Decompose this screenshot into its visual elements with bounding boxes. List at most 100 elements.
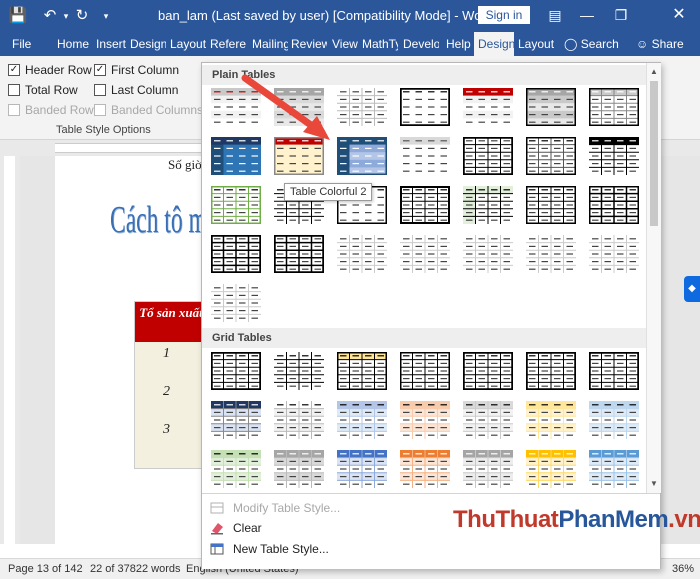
tab-view[interactable]: View bbox=[332, 32, 362, 56]
tab-insert[interactable]: Insert bbox=[96, 32, 132, 56]
table-style-swatch[interactable] bbox=[337, 450, 387, 488]
table-style-swatch[interactable] bbox=[589, 88, 639, 126]
table-style-swatch[interactable] bbox=[400, 235, 450, 273]
first-column-label: First Column bbox=[111, 63, 180, 77]
table-style-swatch[interactable] bbox=[526, 137, 576, 175]
red-arrow-annotation bbox=[241, 74, 330, 140]
table-style-swatch[interactable] bbox=[211, 352, 261, 390]
tab-home[interactable]: Home bbox=[57, 32, 90, 56]
title-bar: 💾 ↶ ▾ ↻ ▾ ban_lam (Last saved by user) [… bbox=[0, 0, 700, 32]
vertical-ruler[interactable] bbox=[0, 156, 20, 544]
check-icon: ✓ bbox=[8, 64, 20, 76]
table-style-swatch[interactable] bbox=[274, 352, 324, 390]
word-count[interactable]: 22 of 37822 words bbox=[90, 563, 181, 575]
grid-tables-heading: Grid Tables bbox=[202, 328, 647, 348]
banded-rows-label: Banded Rows bbox=[25, 103, 100, 117]
search-label: Search bbox=[580, 37, 619, 51]
table-style-swatch[interactable] bbox=[526, 352, 576, 390]
tab-references[interactable]: Referer bbox=[210, 32, 246, 56]
zoom-level[interactable]: 36% bbox=[672, 563, 694, 575]
tab-file[interactable]: File bbox=[12, 32, 42, 56]
table-style-swatch[interactable] bbox=[526, 186, 576, 224]
table-style-swatch[interactable] bbox=[463, 88, 513, 126]
scroll-up-icon[interactable]: ▲ bbox=[648, 65, 660, 79]
table-style-swatch[interactable] bbox=[400, 401, 450, 439]
style-tooltip: Table Colorful 2 bbox=[284, 183, 373, 201]
new-style-icon bbox=[210, 542, 224, 556]
table-style-swatch[interactable] bbox=[463, 352, 513, 390]
table-style-swatch[interactable] bbox=[463, 137, 513, 175]
table-style-swatch[interactable] bbox=[211, 450, 261, 488]
table-style-swatch[interactable] bbox=[337, 352, 387, 390]
table-style-swatch[interactable] bbox=[463, 450, 513, 488]
table-style-swatch[interactable] bbox=[400, 450, 450, 488]
last-column-label: Last Column bbox=[111, 83, 179, 97]
table-style-swatch[interactable] bbox=[274, 450, 324, 488]
table-style-swatch[interactable] bbox=[211, 401, 261, 439]
page-count[interactable]: Page 13 of 142 bbox=[8, 563, 83, 575]
table-style-swatch[interactable] bbox=[526, 88, 576, 126]
table-style-swatch[interactable] bbox=[274, 235, 324, 273]
table-style-swatch[interactable] bbox=[526, 401, 576, 439]
total-row-label: Total Row bbox=[25, 83, 78, 97]
tab-mathtype[interactable]: MathTy bbox=[362, 32, 398, 56]
dropbox-icon[interactable]: ◆ bbox=[684, 276, 700, 302]
table-style-swatch[interactable] bbox=[400, 137, 450, 175]
tab-table-layout[interactable]: Layout bbox=[518, 32, 554, 56]
horizontal-ruler[interactable] bbox=[55, 143, 205, 153]
tab-design-doc[interactable]: Design bbox=[130, 32, 166, 56]
save-icon[interactable]: 💾 bbox=[8, 6, 28, 26]
table-style-options-group-label: Table Style Options bbox=[56, 124, 151, 136]
table-style-swatch[interactable] bbox=[589, 186, 639, 224]
table-style-swatch[interactable] bbox=[526, 235, 576, 273]
ribbon-display-options-icon[interactable]: ▤ bbox=[544, 4, 566, 26]
person-icon: ☺ bbox=[636, 37, 649, 51]
window-title: ban_lam (Last saved by user) [Compatibil… bbox=[158, 8, 494, 23]
tab-mailings[interactable]: Mailing bbox=[252, 32, 288, 56]
table-style-swatch[interactable] bbox=[589, 137, 639, 175]
table-style-swatch[interactable] bbox=[463, 401, 513, 439]
table-style-swatch[interactable] bbox=[211, 284, 261, 322]
tab-help[interactable]: Help bbox=[446, 32, 474, 56]
new-table-style-label: New Table Style... bbox=[233, 542, 329, 556]
eraser-icon bbox=[210, 521, 224, 535]
table-header-cell: Tổ sản xuất bbox=[135, 302, 207, 342]
document-text-line: Số giờ bbox=[168, 157, 202, 172]
share-button[interactable]: ☺ Share bbox=[636, 32, 692, 56]
table-style-swatch[interactable] bbox=[337, 235, 387, 273]
close-icon[interactable]: ✕ bbox=[668, 4, 690, 26]
modify-style-icon bbox=[210, 501, 224, 515]
scrollbar-thumb[interactable] bbox=[650, 81, 658, 226]
table-style-swatch[interactable] bbox=[463, 186, 513, 224]
table-style-swatch[interactable] bbox=[400, 88, 450, 126]
table-row-number: 1 bbox=[163, 346, 170, 361]
table-style-swatch[interactable] bbox=[589, 401, 639, 439]
header-row-label: Header Row bbox=[25, 63, 92, 77]
search-box[interactable]: ◯ Search bbox=[564, 32, 626, 56]
table-style-swatch[interactable] bbox=[589, 352, 639, 390]
table-style-swatch[interactable] bbox=[400, 352, 450, 390]
table-row-number: 2 bbox=[163, 384, 170, 399]
tab-layout-doc[interactable]: Layout bbox=[170, 32, 206, 56]
tab-table-design[interactable]: Design bbox=[474, 32, 514, 56]
redo-icon[interactable]: ↻ bbox=[72, 6, 92, 26]
document-table[interactable]: Tổ sản xuất 1 2 3 bbox=[134, 301, 208, 469]
table-style-swatch[interactable] bbox=[211, 186, 261, 224]
tab-developer[interactable]: Develop bbox=[403, 32, 439, 56]
table-style-swatch[interactable] bbox=[211, 235, 261, 273]
modify-table-style-label: Modify Table Style... bbox=[233, 501, 341, 515]
scroll-down-icon[interactable]: ▼ bbox=[648, 477, 660, 491]
table-style-swatch[interactable] bbox=[337, 401, 387, 439]
table-style-swatch[interactable] bbox=[526, 450, 576, 488]
restore-icon[interactable]: ❐ bbox=[610, 4, 632, 26]
sign-in-button[interactable]: Sign in bbox=[478, 6, 530, 24]
table-style-swatch[interactable] bbox=[589, 235, 639, 273]
table-style-swatch[interactable] bbox=[589, 450, 639, 488]
gallery-scrollbar[interactable]: ▲ ▼ bbox=[646, 63, 661, 493]
table-style-swatch[interactable] bbox=[400, 186, 450, 224]
table-style-swatch[interactable] bbox=[463, 235, 513, 273]
customize-qat-icon[interactable]: ▾ bbox=[96, 6, 116, 26]
tab-review[interactable]: Review bbox=[291, 32, 327, 56]
table-style-swatch[interactable] bbox=[274, 401, 324, 439]
minimize-icon[interactable]: — bbox=[576, 4, 598, 26]
